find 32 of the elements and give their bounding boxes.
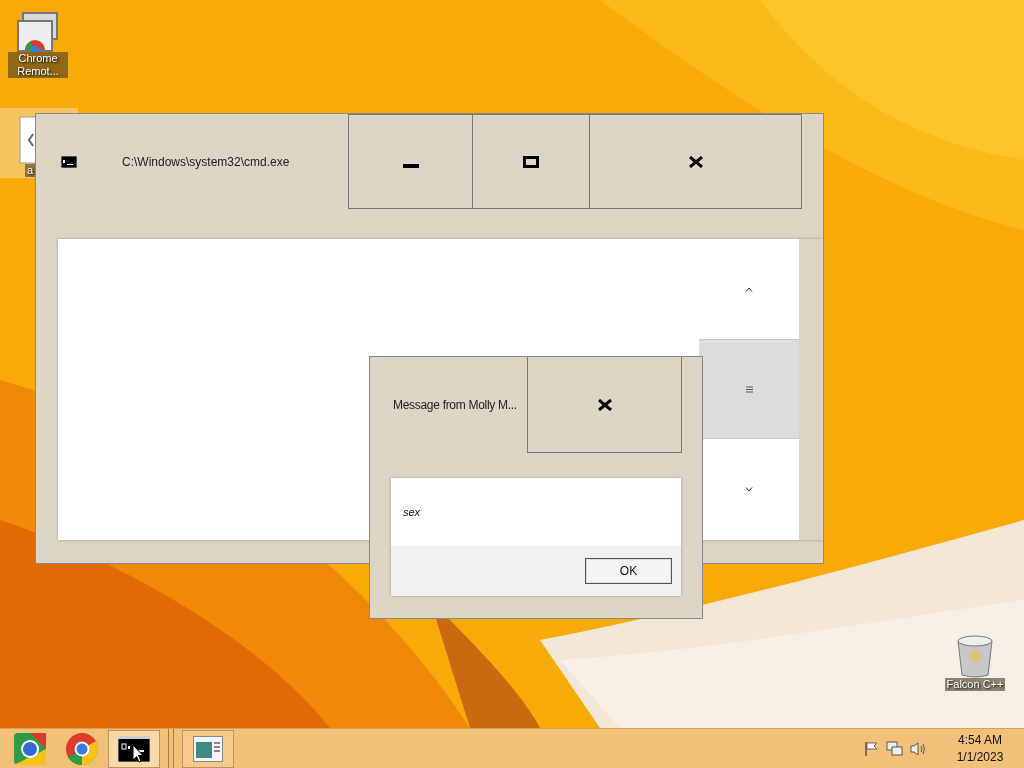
grip-icon xyxy=(745,385,753,393)
remote-desktop-icon xyxy=(17,12,59,52)
cursor-icon xyxy=(132,744,144,763)
dialog-message: sex xyxy=(403,504,421,520)
maximize-icon xyxy=(523,155,539,168)
taskbar-button[interactable] xyxy=(108,729,160,768)
chevron-up-icon xyxy=(745,286,753,292)
remote-desktop-icon xyxy=(13,731,47,766)
chevron-down-icon xyxy=(745,486,753,492)
window-title: C:\Windows\system32\cmd.exe xyxy=(122,154,290,171)
ok-button[interactable]: OK xyxy=(585,558,672,584)
minimize-button[interactable] xyxy=(348,114,473,209)
close-button[interactable] xyxy=(590,114,802,209)
network-icon xyxy=(886,740,904,757)
maximize-button[interactable] xyxy=(473,114,590,209)
close-icon xyxy=(688,155,703,168)
close-button[interactable] xyxy=(527,357,682,453)
clock-date[interactable]: 1/1/2023 xyxy=(956,748,1004,766)
close-icon xyxy=(597,398,612,411)
speaker-icon xyxy=(910,740,928,757)
desktop-icon-label[interactable]: a xyxy=(24,164,36,177)
browser-icon xyxy=(65,731,99,766)
clock-time[interactable]: 4:54 AM xyxy=(958,731,1002,749)
dialog-title: Message from Molly M... xyxy=(393,397,517,414)
console-icon xyxy=(61,156,77,168)
desktop-icon-label[interactable]: Falcon C++ xyxy=(944,678,1006,691)
flag-icon xyxy=(864,740,880,757)
scroll-thumb[interactable] xyxy=(699,339,799,439)
window-icon xyxy=(193,735,223,762)
recycle-bin-icon xyxy=(955,634,995,678)
desktop-icon-label[interactable]: Chrome Remot... xyxy=(8,52,68,78)
minimize-icon xyxy=(402,163,419,168)
